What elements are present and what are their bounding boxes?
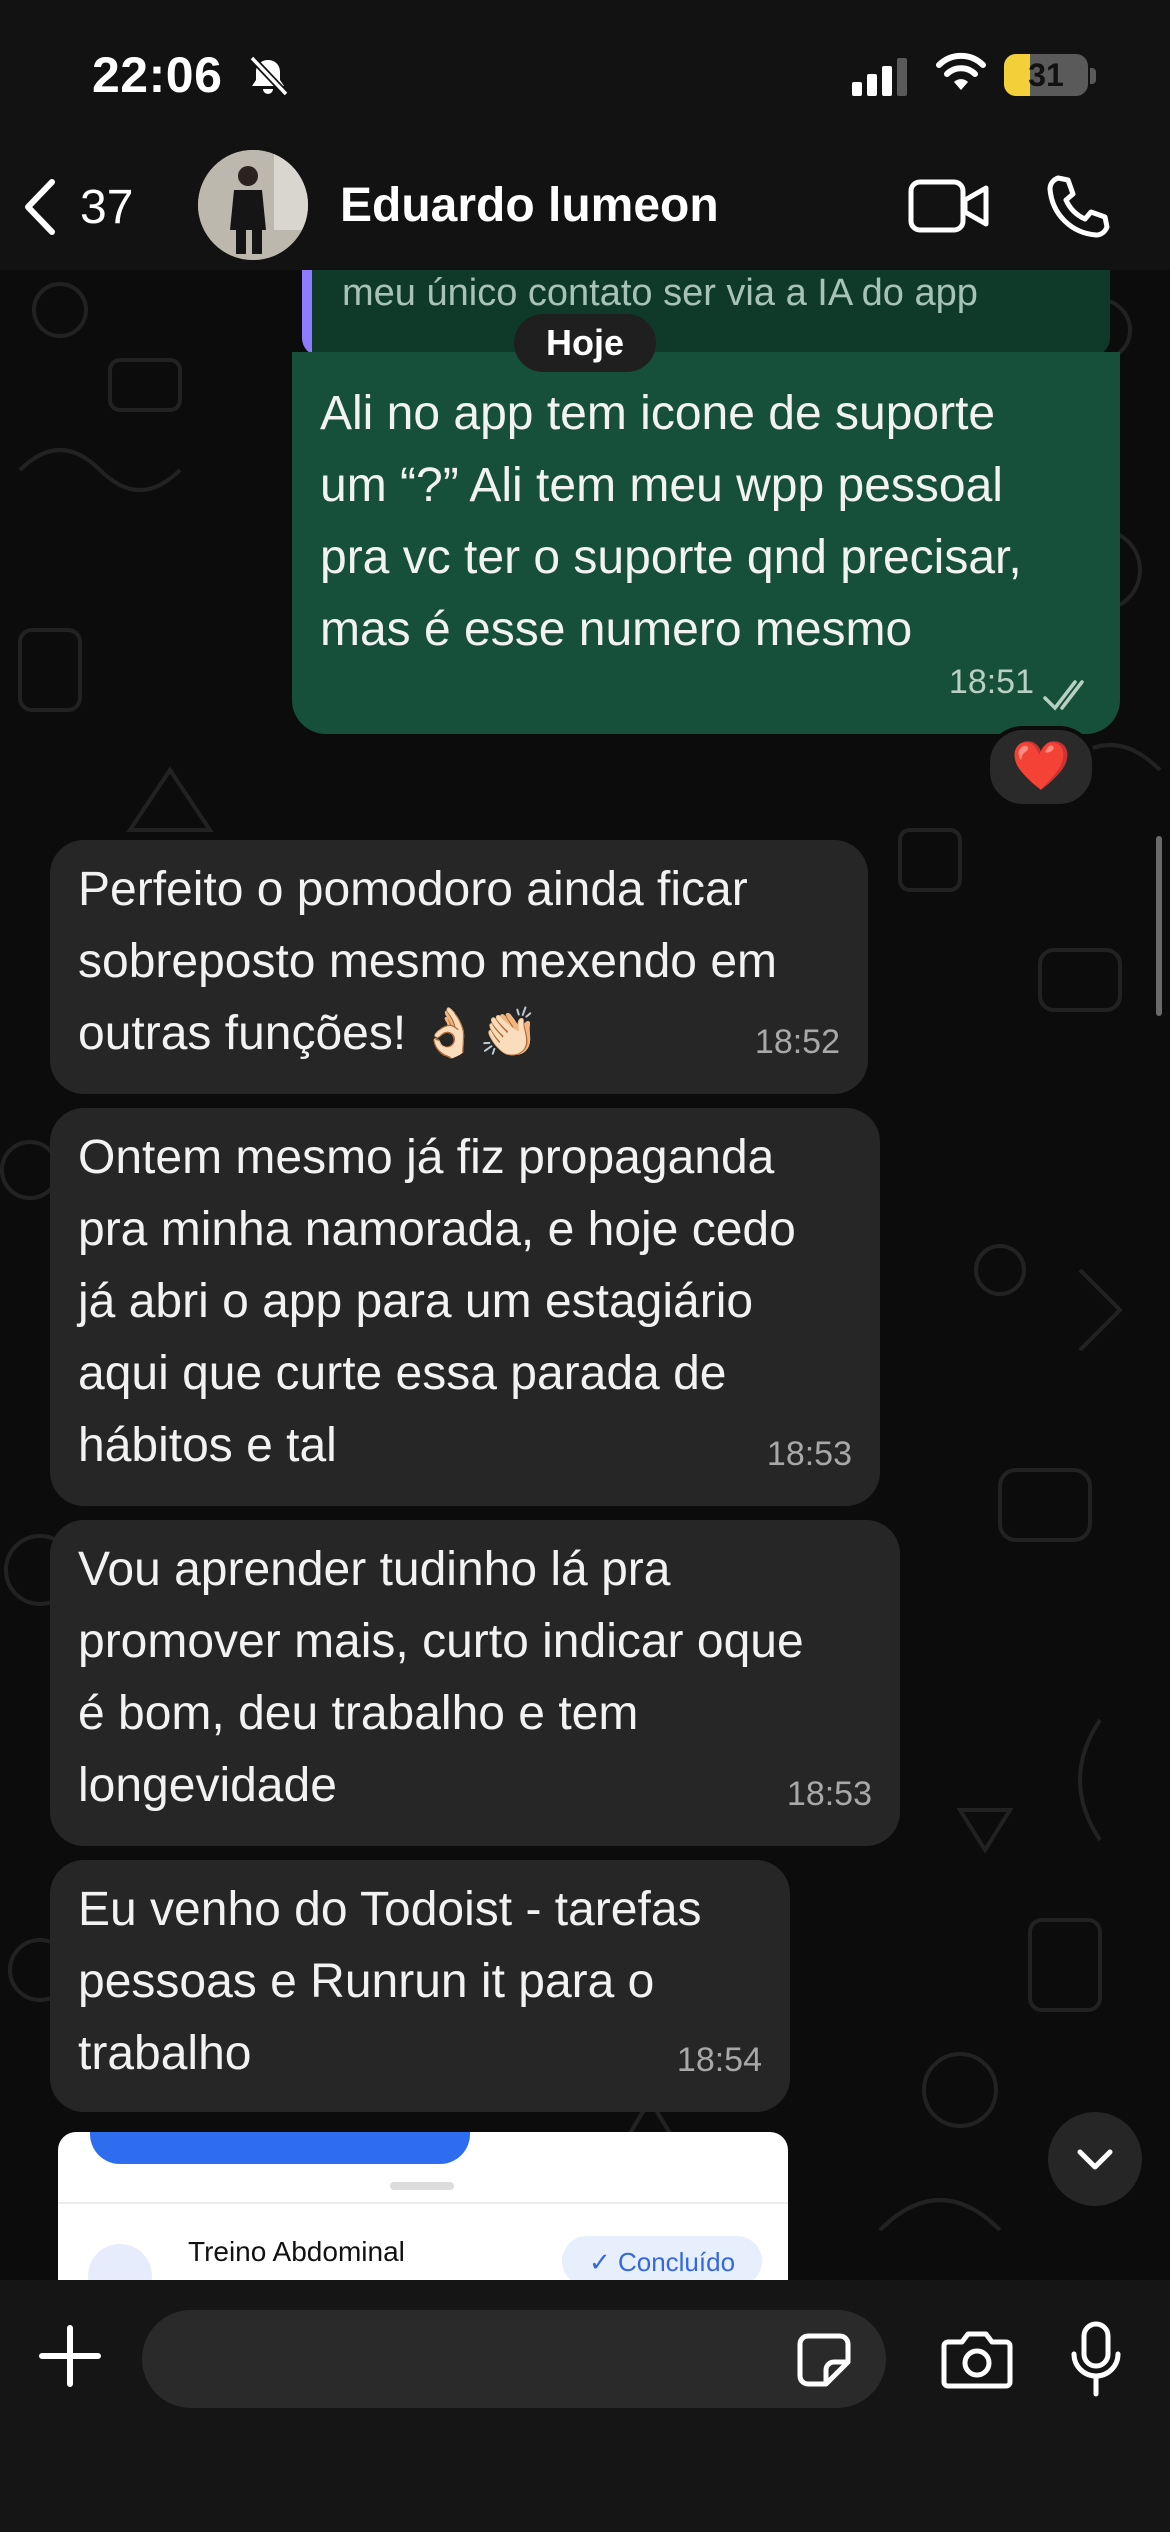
message-time: 18:53 <box>766 1435 852 1473</box>
message-text: Ali no app tem icone de suporte um “?” A… <box>320 387 1022 656</box>
quoted-message[interactable]: meu único contato ser via a IA do app <box>302 270 1110 356</box>
message-bubble-incoming[interactable]: Eu venho do Todoist - tarefas pessoas e … <box>50 1860 790 2112</box>
status-bar: 22:06 31 <box>0 0 1170 150</box>
message-text: Eu venho do Todoist - tarefas pessoas e … <box>78 1883 702 2080</box>
home-indicator <box>449 2496 721 2506</box>
preview-sheet-handle <box>390 2182 454 2190</box>
avatar-photo <box>198 150 308 260</box>
image-message-preview[interactable]: Treino Abdominal ✓ Concluído <box>58 2132 788 2282</box>
phone-call-icon[interactable] <box>1044 172 1110 238</box>
back-button[interactable]: 37 <box>20 176 133 238</box>
message-bubble-outgoing[interactable]: Ali no app tem icone de suporte um “?” A… <box>292 352 1120 734</box>
heart-reaction[interactable]: ❤️ <box>986 726 1096 808</box>
video-call-icon[interactable] <box>908 176 990 236</box>
preview-task-title: Treino Abdominal <box>188 2236 405 2267</box>
message-time: 18:51 <box>948 663 1034 701</box>
message-text: Ontem mesmo já fiz propaganda pra minha … <box>78 1131 796 1472</box>
microphone-icon[interactable] <box>1066 2320 1126 2400</box>
battery-level: 31 <box>1028 57 1064 93</box>
message-bubble-incoming[interactable]: Vou aprender tudinho lá pra promover mai… <box>50 1520 900 1846</box>
message-text: Vou aprender tudinho lá pra promover mai… <box>78 1543 804 1812</box>
chevron-down-icon <box>1077 2149 1113 2170</box>
preview-done-badge: ✓ Concluído <box>562 2236 762 2282</box>
silent-mode-icon <box>249 55 289 97</box>
sticker-icon[interactable] <box>796 2332 852 2388</box>
read-receipt-icon <box>1043 680 1084 711</box>
message-bubble-incoming[interactable]: Perfeito o pomodoro ainda ficar sobrepos… <box>50 840 868 1094</box>
camera-icon[interactable] <box>940 2328 1014 2390</box>
chevron-left-icon <box>25 179 55 235</box>
message-text: Perfeito o pomodoro ainda ficar sobrepos… <box>78 863 777 1060</box>
date-separator: Hoje <box>514 314 656 372</box>
battery-indicator: 31 <box>1004 54 1088 96</box>
scrollbar-thumb[interactable] <box>1156 836 1162 1016</box>
avatar[interactable] <box>198 150 308 260</box>
message-time: 18:53 <box>786 1775 872 1813</box>
message-time: 18:54 <box>676 2041 762 2079</box>
battery-tip <box>1090 68 1096 84</box>
contact-name[interactable]: Eduardo lumeon <box>340 178 719 233</box>
quote-accent-bar <box>302 270 312 356</box>
chat-header: 37 Eduardo lumeon <box>0 150 1170 270</box>
preview-blue-header <box>90 2132 470 2164</box>
quoted-text: meu único contato ser via a IA do app <box>342 272 978 314</box>
clock: 22:06 <box>92 47 223 103</box>
preview-divider <box>58 2202 788 2204</box>
plus-icon[interactable] <box>36 2322 104 2390</box>
composer-bar <box>0 2280 1170 2532</box>
scroll-to-bottom-button[interactable] <box>1048 2112 1142 2206</box>
message-time: 18:52 <box>754 1023 840 1061</box>
wifi-icon <box>936 52 986 90</box>
unread-count: 37 <box>80 180 134 234</box>
dumbbell-icon <box>88 2244 152 2282</box>
message-input[interactable] <box>142 2310 886 2408</box>
message-bubble-incoming[interactable]: Ontem mesmo já fiz propaganda pra minha … <box>50 1108 880 1506</box>
cellular-signal-icon <box>852 58 907 96</box>
